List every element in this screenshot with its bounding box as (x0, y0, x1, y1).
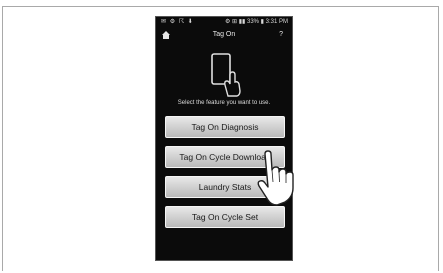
phone-tap-icon (211, 53, 241, 97)
app-title: Tag On (212, 31, 236, 38)
status-bar: ✉ ⚙ ☈ ⬇ ⚙ ⊞ ▮▮ 33% ▮ 3:31 PM (156, 17, 292, 28)
tag-on-cycle-set-button[interactable]: Tag On Cycle Set (165, 206, 285, 228)
status-indicators: ⚙ ⊞ ▮▮ 33% ▮ 3:31 PM (225, 19, 288, 25)
tag-on-diagnosis-button[interactable]: Tag On Diagnosis (165, 116, 285, 138)
hand-pointer-icon (257, 150, 294, 206)
notification-icons: ✉ ⚙ ☈ ⬇ (161, 19, 194, 25)
app-bar: Tag On ? (156, 28, 292, 42)
help-icon[interactable]: ? (279, 28, 283, 42)
instruction-text: Select the feature you want to use. (177, 100, 271, 106)
phone-screen: ✉ ⚙ ☈ ⬇ ⚙ ⊞ ▮▮ 33% ▮ 3:31 PM Tag On ? Se… (155, 16, 293, 261)
